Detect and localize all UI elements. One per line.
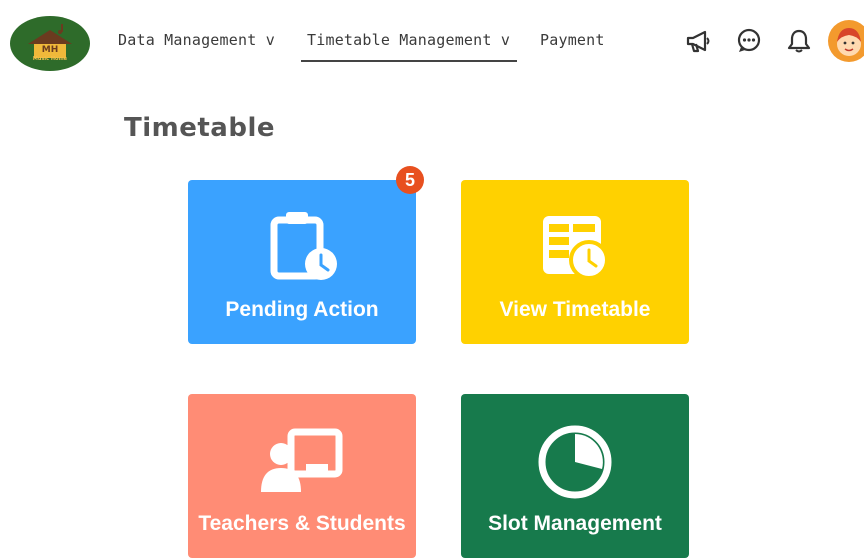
view-timetable-card[interactable]: View Timetable	[461, 180, 689, 344]
view-timetable-label: View Timetable	[499, 298, 651, 321]
nav-payment[interactable]: Payment	[540, 31, 605, 49]
nav-timetable-management[interactable]: Timetable Management v	[307, 31, 510, 49]
logo-subtext: Music Home	[32, 56, 68, 62]
music-home-logo[interactable]: MH Music Home	[10, 16, 90, 71]
user-avatar[interactable]	[828, 20, 864, 62]
top-navigation-bar: MH Music Home Data Management v Timetabl…	[0, 0, 864, 86]
slot-management-label: Slot Management	[488, 512, 662, 535]
megaphone-icon[interactable]	[684, 27, 712, 55]
slot-management-card[interactable]: Slot Management	[461, 394, 689, 558]
pending-count-badge: 5	[396, 166, 424, 194]
active-tab-underline	[301, 60, 517, 62]
avatar-face-icon	[837, 28, 861, 56]
pending-action-card[interactable]: Pending Action	[188, 180, 416, 344]
house-logo-icon	[28, 24, 72, 58]
chat-icon[interactable]	[735, 27, 763, 55]
teachers-students-card[interactable]: Teachers & Students	[188, 394, 416, 558]
page-title: Timetable	[124, 113, 276, 143]
teachers-students-label: Teachers & Students	[198, 512, 406, 535]
bell-icon[interactable]	[785, 27, 813, 55]
pending-action-label: Pending Action	[225, 298, 379, 321]
logo-text: MH	[41, 45, 59, 55]
nav-data-management[interactable]: Data Management v	[118, 31, 275, 49]
